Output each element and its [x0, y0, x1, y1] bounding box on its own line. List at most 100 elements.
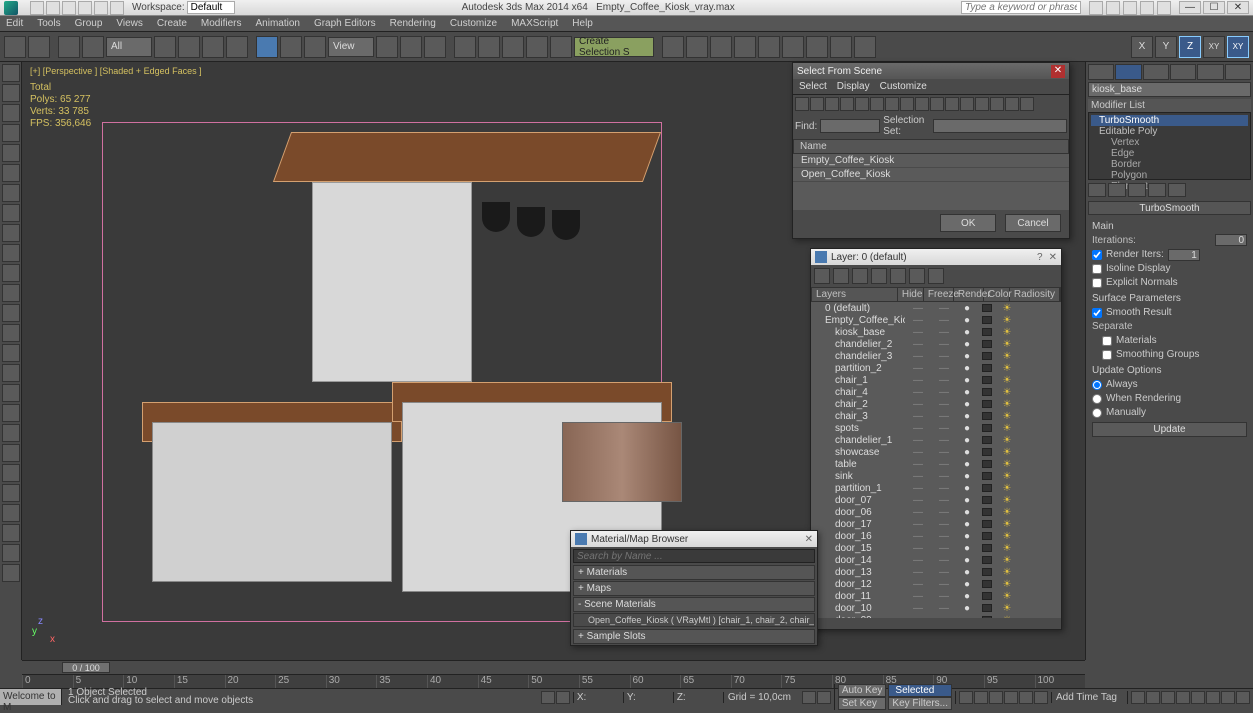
configure-sets-icon[interactable] — [1168, 183, 1186, 197]
layer-row[interactable]: 0 (default) —— ●☀ — [811, 302, 1061, 314]
maximize-button[interactable]: ☐ — [1203, 1, 1225, 14]
isolate-icon[interactable] — [802, 691, 816, 704]
stack-turbosmooth[interactable]: TurboSmooth — [1091, 115, 1248, 126]
use-pivot-icon[interactable] — [376, 36, 398, 58]
close-icon[interactable]: ✕ — [805, 534, 813, 545]
update-always-radio[interactable] — [1092, 380, 1102, 390]
select-scale-icon[interactable] — [304, 36, 326, 58]
sep-smoothing-check[interactable] — [1102, 350, 1112, 360]
window-crossing-icon[interactable] — [226, 36, 248, 58]
unlink-icon[interactable] — [82, 36, 104, 58]
filter-icon[interactable] — [840, 97, 854, 111]
goto-end-icon[interactable] — [1019, 691, 1033, 704]
play-icon[interactable] — [989, 691, 1003, 704]
filter-icon[interactable] — [1005, 97, 1019, 111]
ribbon-icon[interactable] — [2, 404, 20, 422]
ribbon-icon[interactable] — [2, 524, 20, 542]
layer-row[interactable]: door_06 —— ●☀ — [811, 506, 1061, 518]
select-object-icon[interactable] — [154, 36, 176, 58]
cat-scene-materials[interactable]: - Scene Materials — [573, 597, 815, 612]
layer-row[interactable]: chandelier_3 —— ●☀ — [811, 350, 1061, 362]
ribbon-icon[interactable] — [2, 444, 20, 462]
update-manually-radio[interactable] — [1092, 408, 1102, 418]
freeze-unfreeze-icon[interactable] — [928, 268, 944, 284]
keyboard-shortcut-icon[interactable] — [424, 36, 446, 58]
filter-icon[interactable] — [975, 97, 989, 111]
menu-tools[interactable]: Tools — [37, 18, 60, 29]
select-rotate-icon[interactable] — [280, 36, 302, 58]
rollout-turbosmooth[interactable]: TurboSmooth — [1088, 201, 1251, 215]
layer-row[interactable]: door_12 —— ●☀ — [811, 578, 1061, 590]
time-tag[interactable]: Add Time Tag — [1051, 692, 1127, 703]
pan-view-icon[interactable] — [1131, 691, 1145, 704]
menu-graph-editors[interactable]: Graph Editors — [314, 18, 376, 29]
delete-layer-icon[interactable] — [833, 268, 849, 284]
select-highlight-icon[interactable] — [871, 268, 887, 284]
scene-item[interactable]: Open_Coffee_Kiosk — [793, 168, 1069, 182]
layer-row[interactable]: partition_1 —— ●☀ — [811, 482, 1061, 494]
filter-icon[interactable] — [900, 97, 914, 111]
menu-customize[interactable]: Customize — [450, 18, 497, 29]
menu-help[interactable]: Help — [572, 18, 593, 29]
help-icon[interactable] — [1157, 1, 1171, 15]
coord-x-field[interactable]: X: — [573, 692, 623, 703]
axis-z-button[interactable]: Z — [1179, 36, 1201, 58]
layer-row[interactable]: door_16 —— ●☀ — [811, 530, 1061, 542]
fov-icon[interactable] — [1221, 691, 1235, 704]
object-name-field[interactable] — [1088, 82, 1251, 97]
stack-editable-poly[interactable]: Editable Poly — [1091, 126, 1248, 137]
qat-save-icon[interactable] — [62, 1, 76, 15]
explicit-normals-check[interactable] — [1092, 278, 1102, 288]
axis-xy2-button[interactable]: XY — [1227, 36, 1249, 58]
tab-display-icon[interactable] — [1197, 64, 1223, 80]
layer-row[interactable]: kiosk_base —— ●☀ — [811, 326, 1061, 338]
layer-row[interactable]: partition_2 —— ●☀ — [811, 362, 1061, 374]
layer-row[interactable]: spots —— ●☀ — [811, 422, 1061, 434]
ribbon-icon[interactable] — [2, 344, 20, 362]
qat-redo-icon[interactable] — [94, 1, 108, 15]
mirror-icon[interactable] — [662, 36, 684, 58]
column-name[interactable]: Name — [793, 139, 1069, 154]
axis-y-button[interactable]: Y — [1155, 36, 1177, 58]
close-icon[interactable]: ✕ — [1049, 252, 1057, 263]
edit-named-sel-icon[interactable] — [550, 36, 572, 58]
prev-frame-icon[interactable] — [974, 691, 988, 704]
scene-item[interactable]: Empty_Coffee_Kiosk — [793, 154, 1069, 168]
angle-snap-icon[interactable] — [478, 36, 500, 58]
coord-z-field[interactable]: Z: — [673, 692, 723, 703]
zoom-all-icon[interactable] — [1176, 691, 1190, 704]
layer-row[interactable]: showcase —— ●☀ — [811, 446, 1061, 458]
qat-link-icon[interactable] — [110, 1, 124, 15]
auto-key-button[interactable]: Auto Key — [838, 684, 887, 697]
time-slider[interactable]: 0 / 100 — [22, 660, 1085, 674]
tab-modify-icon[interactable] — [1115, 64, 1141, 80]
qat-new-icon[interactable] — [30, 1, 44, 15]
layer-row[interactable]: door_11 —— ●☀ — [811, 590, 1061, 602]
isoline-check[interactable] — [1092, 264, 1102, 274]
ribbon-icon[interactable] — [2, 544, 20, 562]
add-to-layer-icon[interactable] — [852, 268, 868, 284]
undo-icon[interactable] — [4, 36, 26, 58]
ref-coord-dropdown[interactable]: View — [328, 37, 374, 57]
ribbon-icon[interactable] — [2, 264, 20, 282]
ribbon-icon[interactable] — [2, 484, 20, 502]
app-logo-icon[interactable] — [4, 1, 18, 15]
minimize-button[interactable]: — — [1179, 1, 1201, 14]
update-rendering-radio[interactable] — [1092, 394, 1102, 404]
menu-group[interactable]: Group — [75, 18, 103, 29]
ribbon-icon[interactable] — [2, 224, 20, 242]
hide-unhide-icon[interactable] — [909, 268, 925, 284]
tab-motion-icon[interactable] — [1170, 64, 1196, 80]
update-button[interactable]: Update — [1092, 422, 1247, 437]
sep-materials-check[interactable] — [1102, 336, 1112, 346]
cat-sample-slots[interactable]: + Sample Slots — [573, 629, 815, 644]
orbit-view-icon[interactable] — [1146, 691, 1160, 704]
tab-select[interactable]: Select — [799, 81, 827, 92]
ribbon-icon[interactable] — [2, 364, 20, 382]
ribbon-icon[interactable] — [2, 284, 20, 302]
menu-views[interactable]: Views — [116, 18, 143, 29]
iterations-spinner[interactable] — [1215, 234, 1247, 246]
ribbon-icon[interactable] — [2, 304, 20, 322]
filter-icon[interactable] — [945, 97, 959, 111]
ribbon-icon[interactable] — [2, 504, 20, 522]
